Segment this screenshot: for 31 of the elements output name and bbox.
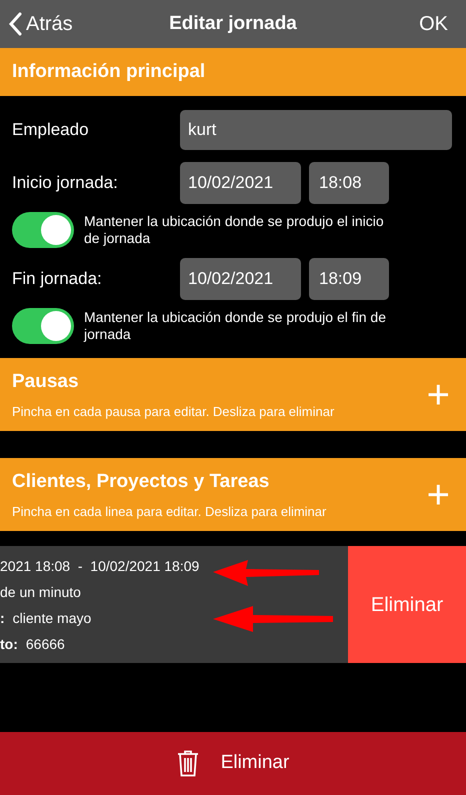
- date-field[interactable]: 10/02/2021: [180, 162, 301, 204]
- time-field[interactable]: 18:09: [309, 258, 389, 300]
- section-hint: Pincha en cada linea para editar. Desliza para eliminar: [12, 503, 328, 521]
- delete-action-button[interactable]: Eliminar: [348, 546, 466, 663]
- entry-label: :: [0, 609, 5, 628]
- entry-value: 66666: [26, 635, 65, 654]
- entry-label: to:: [0, 635, 18, 654]
- entry-value: 2021 18:08 - 10/02/2021 18:09: [0, 557, 200, 576]
- entry-value: cliente mayo: [12, 609, 92, 628]
- toggle-label: Mantener la ubicación donde se produjo el fin de jornada: [84, 309, 387, 343]
- back-button[interactable]: Atrás: [8, 9, 73, 39]
- entry-row[interactable]: 2021 18:08 - 10/02/2021 18:09 de un minuto : cliente mayo to: 66666: [0, 546, 348, 663]
- screen-title: Editar jornada: [169, 12, 297, 36]
- section-hint: Pincha en cada pausa para editar. Desliza para eliminar: [12, 403, 336, 421]
- section-title: Clientes, Proyectos y Tareas: [12, 470, 270, 494]
- date-field[interactable]: 10/02/2021: [180, 258, 301, 300]
- time-field[interactable]: 18:08: [309, 162, 389, 204]
- section-title: Pausas: [12, 370, 80, 394]
- entry-value: de un minuto: [0, 583, 81, 602]
- field-label: Empleado: [12, 119, 90, 142]
- section-title: Información principal: [12, 60, 206, 84]
- delete-button[interactable]: Eliminar: [0, 732, 466, 795]
- trash-icon: [176, 750, 199, 777]
- toggle-switch[interactable]: [12, 212, 74, 248]
- toggle-label: Mantener la ubicación donde se produjo el inicio de jornada: [84, 213, 385, 247]
- back-chevron-icon: [8, 12, 22, 36]
- field-label: Inicio jornada:: [12, 172, 119, 194]
- field-label: Fin jornada:: [12, 268, 103, 290]
- toggle-switch[interactable]: [12, 308, 74, 344]
- ok-button[interactable]: OK: [419, 9, 448, 39]
- employee-field[interactable]: kurt: [180, 110, 452, 150]
